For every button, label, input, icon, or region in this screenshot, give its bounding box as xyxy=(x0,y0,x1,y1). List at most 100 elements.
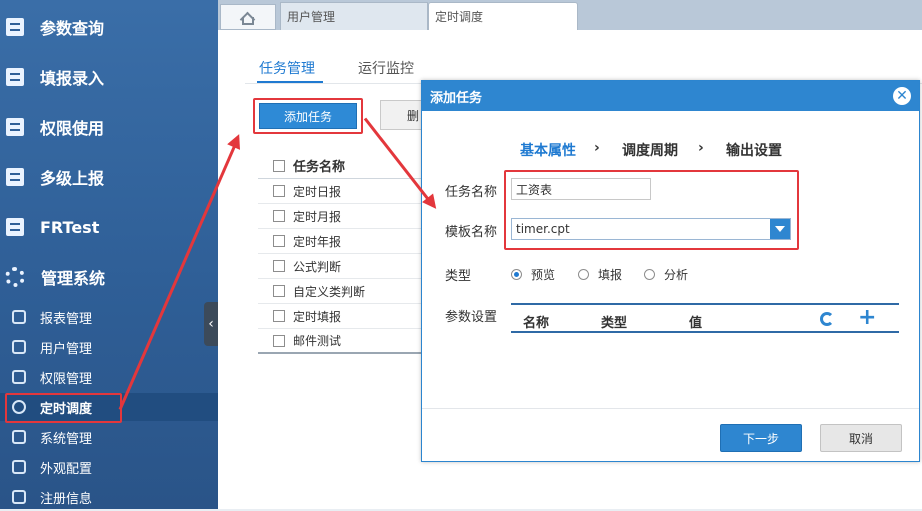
radio-dot xyxy=(578,269,589,280)
row-checkbox[interactable] xyxy=(273,285,285,297)
task-name: 定时日报 xyxy=(293,184,342,199)
cancel-button[interactable]: 取消 xyxy=(820,424,902,452)
gear-icon xyxy=(12,430,26,444)
row-checkbox[interactable] xyxy=(273,235,285,247)
submenu-user-manage[interactable]: 用户管理 xyxy=(0,333,218,361)
submenu-appearance[interactable]: 外观配置 xyxy=(0,453,218,481)
task-row[interactable]: 定时填报 xyxy=(258,304,428,329)
task-row[interactable]: 定时月报 xyxy=(258,204,428,229)
chevron-right-icon: › xyxy=(594,140,600,156)
radio-label: 填报 xyxy=(598,268,623,282)
step-basic-attributes[interactable]: 基本属性 xyxy=(520,140,576,160)
sidebar-collapse-button[interactable]: ‹ xyxy=(204,302,218,346)
task-name: 自定义类判断 xyxy=(293,284,366,299)
subtab-run-monitor[interactable]: 运行监控 xyxy=(358,58,414,78)
radio-dot xyxy=(644,269,655,280)
plus-icon[interactable]: + xyxy=(858,305,876,331)
report-icon xyxy=(6,118,24,136)
task-name: 定时月报 xyxy=(293,209,342,224)
task-row[interactable]: 定时日报 xyxy=(258,179,428,204)
submenu-system-manage[interactable]: 系统管理 xyxy=(0,423,218,451)
menu-label: FRTest xyxy=(40,217,100,237)
radio-label: 分析 xyxy=(664,268,689,282)
report-icon xyxy=(6,168,24,186)
task-name: 公式判断 xyxy=(293,259,342,274)
submenu-label: 用户管理 xyxy=(40,341,93,357)
task-name: 定时年报 xyxy=(293,234,342,249)
annotation-box-schedule xyxy=(5,393,122,423)
submenu-label: 报表管理 xyxy=(40,311,93,327)
menu-label: 填报录入 xyxy=(40,69,105,88)
menu-multilevel-report[interactable]: 多级上报 xyxy=(0,159,218,195)
lock-icon xyxy=(12,370,26,384)
menu-label: 参数查询 xyxy=(40,19,105,38)
submenu-label: 系统管理 xyxy=(40,431,93,447)
submenu-label: 权限管理 xyxy=(40,371,93,387)
radio-label: 预览 xyxy=(531,268,556,282)
menu-label: 管理系统 xyxy=(41,269,106,288)
step-output-settings[interactable]: 输出设置 xyxy=(726,140,782,160)
param-table-header: 名称 类型 值 + xyxy=(511,303,899,333)
row-checkbox[interactable] xyxy=(273,260,285,272)
home-icon xyxy=(239,9,257,28)
task-row[interactable]: 自定义类判断 xyxy=(258,279,428,304)
home-button[interactable] xyxy=(220,4,276,30)
refresh-icon[interactable] xyxy=(820,312,834,326)
menu-management-system[interactable]: 管理系统 xyxy=(0,259,218,295)
annotation-box-form-fields xyxy=(504,170,799,250)
report-icon xyxy=(6,18,24,36)
dialog-footer-divider xyxy=(422,408,919,409)
next-step-button[interactable]: 下一步 xyxy=(720,424,802,452)
submenu-label: 注册信息 xyxy=(40,491,93,507)
menu-permission-use[interactable]: 权限使用 xyxy=(0,109,218,145)
task-row[interactable]: 定时年报 xyxy=(258,229,428,254)
template-name-label: 模板名称 xyxy=(445,225,498,240)
tab-schedule[interactable]: 定时调度 xyxy=(428,2,578,30)
submenu-label: 外观配置 xyxy=(40,461,93,477)
row-checkbox[interactable] xyxy=(273,334,285,347)
user-icon xyxy=(12,340,26,354)
menu-label: 权限使用 xyxy=(40,119,105,138)
row-checkbox[interactable] xyxy=(273,310,285,322)
row-checkbox[interactable] xyxy=(273,210,285,222)
report-icon xyxy=(6,68,24,86)
task-row[interactable]: 邮件测试 xyxy=(258,329,428,354)
annotation-box-add-task xyxy=(253,98,363,134)
step-schedule-cycle[interactable]: 调度周期 xyxy=(622,140,678,160)
row-checkbox[interactable] xyxy=(273,185,285,197)
column-header-name: 名称 xyxy=(523,316,550,331)
column-header-task-name: 任务名称 xyxy=(293,160,346,175)
menu-label: 多级上报 xyxy=(40,169,105,188)
submenu-registration[interactable]: 注册信息 xyxy=(0,483,218,511)
task-row[interactable]: 公式判断 xyxy=(258,254,428,279)
submenu-permission-manage[interactable]: 权限管理 xyxy=(0,363,218,391)
registration-icon xyxy=(12,490,26,504)
task-list: 任务名称 定时日报 定时月报 定时年报 公式判断 自定义类判断 定时填报 邮件测… xyxy=(258,153,428,354)
task-name-label: 任务名称 xyxy=(445,185,498,200)
menu-param-query[interactable]: 参数查询 xyxy=(0,9,218,45)
dialog-title: 添加任务 xyxy=(422,81,919,111)
radio-dot xyxy=(511,269,522,280)
chevron-right-icon: › xyxy=(698,140,704,156)
submenu-report-manage[interactable]: 报表管理 xyxy=(0,303,218,331)
task-name: 邮件测试 xyxy=(293,334,342,348)
radio-fill[interactable]: 填报 xyxy=(578,266,622,283)
report-icon xyxy=(6,218,24,236)
tab-user-manage[interactable]: 用户管理 xyxy=(280,2,428,30)
column-header-type: 类型 xyxy=(601,316,628,331)
menu-frtest[interactable]: FRTest xyxy=(0,209,218,245)
report-manage-icon xyxy=(12,310,26,324)
radio-preview[interactable]: 预览 xyxy=(511,266,555,283)
menu-fill-entry[interactable]: 填报录入 xyxy=(0,59,218,95)
param-settings-label: 参数设置 xyxy=(445,310,498,325)
type-label: 类型 xyxy=(445,269,472,284)
column-header-value: 值 xyxy=(689,316,703,331)
gear-icon xyxy=(5,267,25,287)
select-all-checkbox[interactable] xyxy=(273,159,285,172)
brush-icon xyxy=(12,460,26,474)
task-name: 定时填报 xyxy=(293,309,342,324)
radio-analysis[interactable]: 分析 xyxy=(644,266,688,283)
add-task-dialog: 添加任务 ✕ 基本属性 › 调度周期 › 输出设置 任务名称 工资表 模板名称 … xyxy=(421,80,920,462)
subtab-task-manage[interactable]: 任务管理 xyxy=(259,58,315,78)
close-icon[interactable]: ✕ xyxy=(893,87,911,105)
